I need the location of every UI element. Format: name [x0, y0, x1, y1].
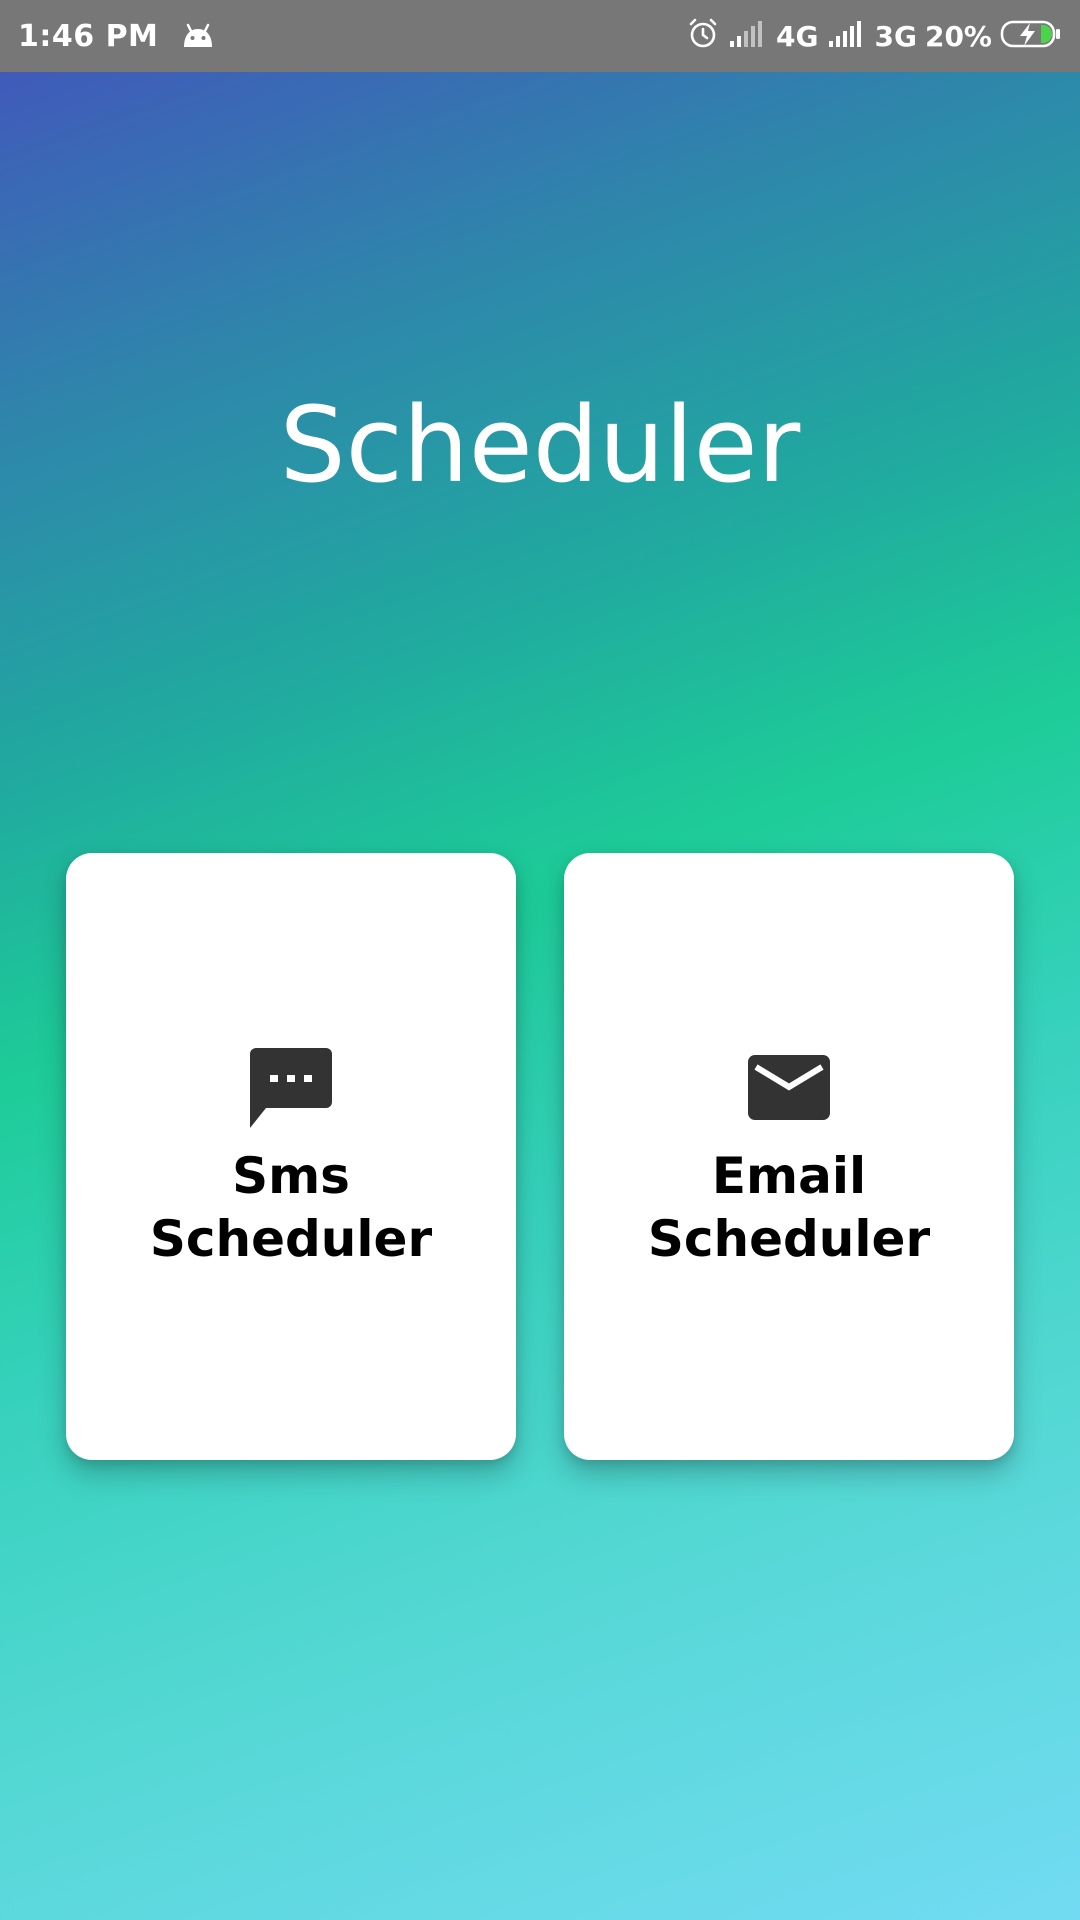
signal-icon	[728, 19, 768, 53]
email-icon	[564, 1055, 1014, 1120]
android-icon	[180, 23, 216, 49]
app-screen: 1:46 PM 4G 3G 20% Scheduler Sms Schedule…	[0, 0, 1080, 1920]
sms-icon	[66, 1048, 516, 1128]
email-label-line1: Email	[711, 1147, 867, 1205]
sms-scheduler-card[interactable]: Sms Scheduler	[66, 853, 516, 1460]
sms-label-line2: Scheduler	[149, 1210, 433, 1268]
email-scheduler-card[interactable]: Email Scheduler	[564, 853, 1014, 1460]
alarm-icon	[686, 17, 720, 55]
signal-icon	[827, 19, 867, 53]
status-time: 1:46 PM	[18, 18, 159, 54]
battery-percent: 20%	[924, 19, 992, 53]
email-scheduler-label: Email Scheduler	[564, 1145, 1014, 1271]
sms-label-line1: Sms	[232, 1147, 350, 1205]
email-label-line2: Scheduler	[647, 1210, 931, 1268]
sms-scheduler-label: Sms Scheduler	[66, 1145, 516, 1271]
network-type-1: 4G	[776, 19, 819, 53]
network-type-2: 3G	[874, 19, 917, 53]
page-title: Scheduler	[279, 384, 801, 506]
battery-charging-icon	[1000, 19, 1062, 53]
status-bar-right: 4G 3G 20%	[678, 17, 1062, 55]
status-bar: 1:46 PM 4G 3G 20%	[0, 0, 1080, 72]
status-bar-left: 1:46 PM	[18, 19, 216, 54]
